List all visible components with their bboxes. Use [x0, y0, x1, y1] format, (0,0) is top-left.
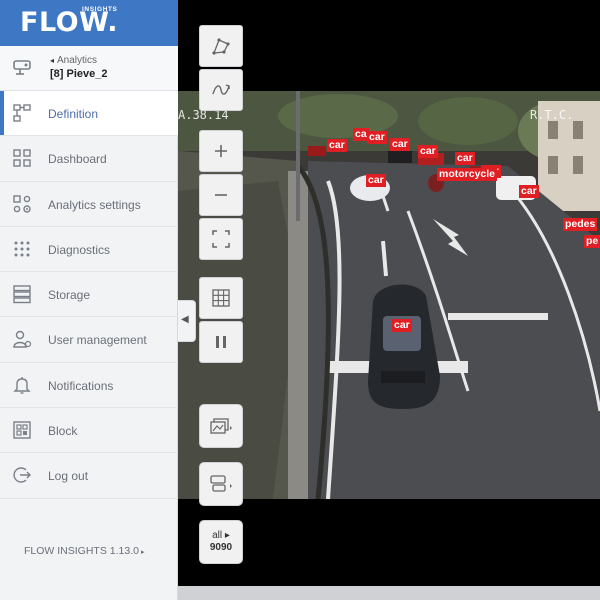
detection-label: car	[367, 131, 387, 144]
detection-label: car	[327, 139, 347, 152]
definition-icon	[13, 104, 31, 122]
sidebar-item-label: Storage	[48, 288, 91, 303]
layers-button[interactable]	[199, 404, 243, 448]
sidebar-item-label: Definition	[48, 107, 99, 121]
analytics-settings-icon	[13, 194, 31, 213]
sidebar-collapse-button[interactable]: ◀	[178, 300, 196, 342]
detection-label: pedes	[563, 218, 598, 231]
fit-screen-button[interactable]	[199, 218, 243, 260]
grid-icon	[212, 289, 230, 307]
detection-label: car	[418, 145, 438, 158]
minus-icon	[215, 194, 227, 196]
back-caret-icon: ◂	[50, 56, 55, 65]
zoom-mode-label: all ▸	[212, 530, 230, 541]
version-link[interactable]: FLOW INSIGHTS 1.13.0 ▸	[24, 545, 144, 557]
detection-label: ca	[353, 128, 369, 141]
sidebar-nav: Definition Dashboard Analytics settings	[0, 91, 178, 499]
sidebar-item-block[interactable]: Block	[0, 408, 178, 454]
polygon-icon	[212, 38, 230, 55]
zoom-level-label: 9090	[209, 542, 233, 553]
sidebar-item-label: Dashboard	[48, 152, 107, 167]
sidebar: FLOW. INSIGHTS ◂ Analytics [8] Pieve_2 De…	[0, 0, 178, 600]
zoom-level-button[interactable]: all ▸ 9090	[199, 520, 243, 564]
bell-icon	[13, 376, 31, 394]
sidebar-item-label: Notifications	[48, 378, 114, 393]
sidebar-item-notifications[interactable]: Notifications	[0, 363, 178, 409]
detection-label: car	[390, 138, 410, 151]
version-label: FLOW INSIGHTS 1.13.0	[24, 545, 139, 557]
logo-subtitle: INSIGHTS	[82, 6, 118, 13]
fullscreen-icon	[212, 230, 230, 248]
camera-icon	[13, 60, 31, 75]
sidebar-item-label: Log out	[48, 469, 89, 484]
sidebar-item-definition[interactable]: Definition	[0, 91, 178, 137]
sidebar-item-storage[interactable]: Storage	[0, 272, 178, 318]
breadcrumb-parent[interactable]: ◂ Analytics	[50, 55, 97, 66]
camera-icon	[210, 475, 232, 492]
detection-label: car	[519, 185, 539, 198]
sidebar-item-analytics-settings[interactable]: Analytics settings	[0, 182, 178, 227]
device-name: [8] Pieve_2	[50, 68, 108, 80]
detection-label: car	[455, 152, 475, 165]
detection-label: car	[392, 319, 412, 332]
dashboard-icon	[13, 149, 31, 167]
zoom-in-button[interactable]	[199, 130, 243, 172]
block-icon	[13, 421, 31, 439]
detection-label: pe	[584, 235, 600, 248]
camera-view-button[interactable]	[199, 462, 243, 506]
device-header[interactable]: ◂ Analytics [8] Pieve_2	[0, 46, 178, 91]
sidebar-item-label: Analytics settings	[48, 197, 141, 212]
plus-icon	[215, 145, 227, 157]
sidebar-item-label: User management	[48, 333, 147, 348]
diagnostics-icon	[14, 241, 30, 257]
draw-polygon-button[interactable]	[199, 25, 243, 67]
sidebar-item-logout[interactable]: Log out	[0, 453, 178, 499]
camera-label-overlay: R.T.C.	[530, 108, 574, 122]
sidebar-item-user-management[interactable]: User management	[0, 317, 178, 363]
caret-right-icon: ▸	[140, 549, 145, 556]
logout-icon	[13, 467, 31, 483]
draw-curve-button[interactable]	[199, 69, 243, 111]
zoom-out-button[interactable]	[199, 174, 243, 216]
user-icon	[13, 331, 32, 349]
pause-button[interactable]	[199, 321, 243, 363]
sidebar-item-label: Diagnostics	[48, 242, 111, 257]
detection-label: car	[366, 174, 386, 187]
sidebar-item-label: Block	[48, 424, 78, 439]
pause-icon	[216, 336, 226, 348]
curve-icon	[212, 84, 230, 95]
logo-bar: FLOW. INSIGHTS	[0, 0, 178, 46]
storage-icon	[13, 285, 31, 304]
bottom-strip	[178, 586, 600, 600]
chevron-left-icon: ◀	[181, 314, 189, 325]
sidebar-item-diagnostics[interactable]: Diagnostics	[0, 227, 178, 273]
grid-toggle-button[interactable]	[199, 277, 243, 319]
layers-icon	[210, 418, 232, 434]
breadcrumb-parent-label: Analytics	[57, 55, 98, 66]
sidebar-item-dashboard[interactable]: Dashboard	[0, 136, 178, 182]
detection-label: motorcycle	[437, 168, 498, 181]
